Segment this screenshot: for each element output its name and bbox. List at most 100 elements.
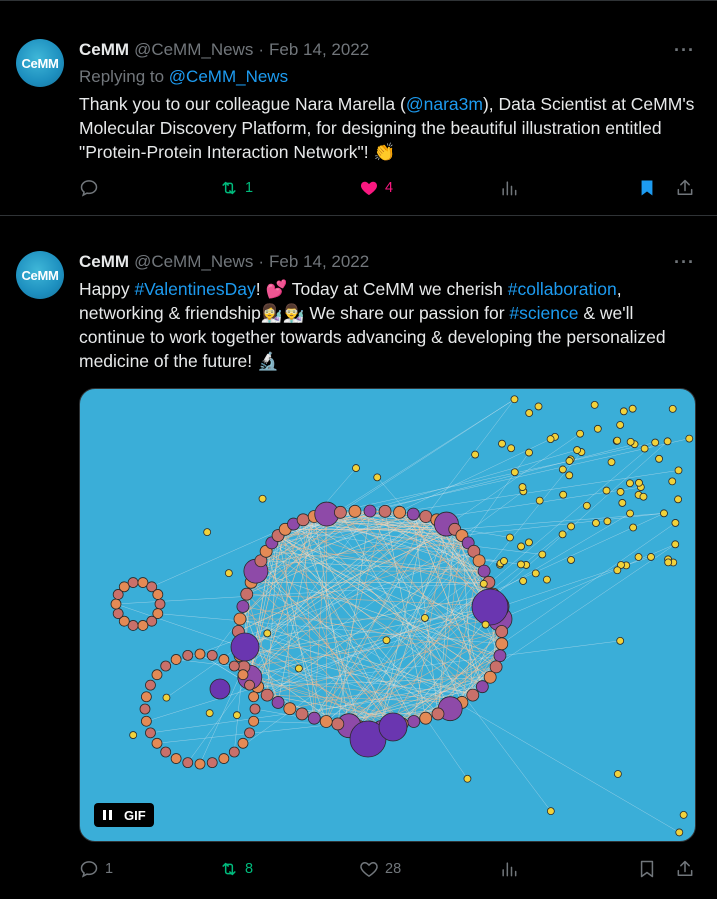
reply-button[interactable]: 1 xyxy=(79,859,113,879)
network-node xyxy=(510,395,519,404)
network-node xyxy=(626,479,634,488)
mention-link[interactable]: @nara3m xyxy=(406,94,483,114)
network-node xyxy=(592,519,600,527)
tweet-date[interactable]: Feb 14, 2022 xyxy=(269,40,369,60)
network-node xyxy=(525,409,534,417)
author-name[interactable]: CeMM xyxy=(79,252,129,272)
network-node xyxy=(519,577,528,585)
network-node xyxy=(498,439,506,448)
network-node xyxy=(333,505,347,519)
network-node xyxy=(112,608,124,619)
network-edge xyxy=(493,513,631,595)
network-node xyxy=(664,558,673,567)
tweet-date[interactable]: Feb 14, 2022 xyxy=(269,252,369,272)
bookmark-button[interactable] xyxy=(637,859,657,879)
network-node xyxy=(203,528,212,537)
separator: · xyxy=(258,252,265,271)
avatar[interactable]: CeMM xyxy=(16,251,64,299)
network-node xyxy=(406,507,420,521)
more-options-icon[interactable]: ··· xyxy=(674,252,695,273)
network-node xyxy=(573,446,581,454)
retweet-count: 8 xyxy=(245,861,254,877)
network-node xyxy=(295,707,309,721)
views-button[interactable] xyxy=(499,178,519,198)
reply-icon xyxy=(80,861,98,878)
tweet-2[interactable]: CeMM CeMM @CeMM_News · Feb 14, 2022 ··· … xyxy=(0,216,717,899)
bookmark-button[interactable] xyxy=(637,178,657,198)
network-node xyxy=(477,564,491,578)
network-edge xyxy=(314,442,656,517)
network-node xyxy=(582,501,591,510)
network-node xyxy=(258,494,267,503)
network-node xyxy=(679,810,688,819)
more-options-icon[interactable]: ··· xyxy=(674,40,695,61)
retweet-button[interactable]: 8 xyxy=(219,859,253,879)
network-node xyxy=(510,468,519,477)
network-node xyxy=(546,435,555,443)
retweet-count: 1 xyxy=(245,180,254,196)
network-node xyxy=(489,660,503,674)
network-node xyxy=(565,471,574,480)
pause-icon[interactable] xyxy=(94,803,120,827)
network-node xyxy=(233,711,241,720)
network-node xyxy=(546,807,555,816)
network-node xyxy=(237,737,249,749)
network-node xyxy=(160,660,172,672)
network-node xyxy=(613,770,622,778)
network-node xyxy=(495,625,509,638)
retweet-button[interactable]: 1 xyxy=(219,178,253,198)
avatar-logo-text: CeMM xyxy=(21,55,59,71)
network-node xyxy=(170,654,182,665)
network-node xyxy=(382,636,391,645)
scientists-emoji: 👩‍🔬👨‍🔬 xyxy=(260,303,305,323)
network-node xyxy=(373,473,382,482)
network-node xyxy=(671,519,680,527)
network-edge xyxy=(359,451,582,727)
views-button[interactable] xyxy=(499,859,519,879)
network-node xyxy=(675,828,684,837)
tweet-header: CeMM @CeMM_News · Feb 14, 2022 xyxy=(79,250,369,274)
gif-media[interactable]: GIF xyxy=(79,388,696,842)
network-node xyxy=(671,540,680,549)
share-button[interactable] xyxy=(675,859,695,879)
like-button[interactable]: 4 xyxy=(359,178,393,198)
network-node xyxy=(233,612,247,626)
replying-to: Replying to @CeMM_News xyxy=(79,67,288,87)
network-node xyxy=(663,437,672,446)
replying-handle-link[interactable]: @CeMM_News xyxy=(169,67,288,86)
clapping-emoji: 👏 xyxy=(373,142,396,162)
network-node xyxy=(559,490,568,499)
network-node xyxy=(182,649,194,661)
network-node xyxy=(471,588,509,626)
network-node xyxy=(421,614,429,622)
network-node xyxy=(525,448,533,457)
network-node xyxy=(218,753,230,764)
network-nodes xyxy=(110,395,694,837)
author-handle[interactable]: @CeMM_News xyxy=(134,40,253,60)
tweet-1[interactable]: CeMM CeMM @CeMM_News · Feb 14, 2022 ··· … xyxy=(0,0,717,216)
share-button[interactable] xyxy=(675,178,695,198)
tweet-actions: 1 8 28 xyxy=(79,859,699,883)
like-button[interactable]: 28 xyxy=(359,859,401,879)
network-node xyxy=(590,400,599,409)
network-node xyxy=(558,465,567,474)
author-name[interactable]: CeMM xyxy=(79,40,129,60)
network-node xyxy=(466,688,480,702)
author-handle[interactable]: @CeMM_News xyxy=(134,252,253,272)
hashtag-link[interactable]: #science xyxy=(509,303,578,323)
gif-badge[interactable]: GIF xyxy=(94,803,154,827)
avatar[interactable]: CeMM xyxy=(16,39,64,87)
hashtag-link[interactable]: #ValentinesDay xyxy=(134,279,255,299)
network-node xyxy=(651,438,660,447)
network-node xyxy=(567,522,576,531)
network-node xyxy=(160,746,172,758)
network-node xyxy=(628,404,637,413)
network-node xyxy=(228,746,240,758)
hashtag-link[interactable]: #collaboration xyxy=(508,279,617,299)
avatar-logo-text: CeMM xyxy=(21,267,59,283)
bookmark-filled-icon xyxy=(641,180,653,196)
network-node xyxy=(543,575,551,584)
network-node xyxy=(319,715,333,728)
network-edge xyxy=(348,441,668,726)
reply-button[interactable] xyxy=(79,178,105,198)
